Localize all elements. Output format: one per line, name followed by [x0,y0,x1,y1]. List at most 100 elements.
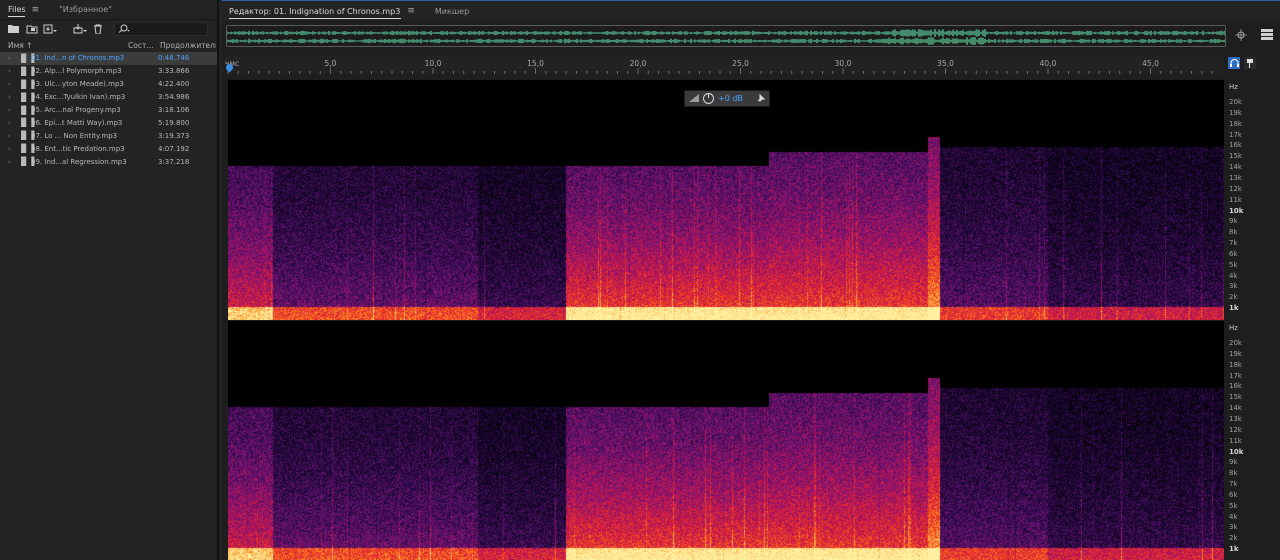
file-list-item[interactable]: › ▐▌▐ 03. Ulc...yton Meade).mp3 4:22.400 [0,78,217,91]
hz-tick-label: 19k [1229,108,1242,117]
trash-icon[interactable] [90,22,106,36]
tab-editor[interactable]: Редактор: 01. Indignation of Chronos.mp3… [229,1,415,21]
hz-tick-label: 9k [1229,458,1238,467]
file-name: 01. Ind...n of Chronos.mp3 [31,54,125,63]
vertical-scrollbar[interactable] [1264,80,1280,560]
ruler-tick-label: 10,0 [424,59,442,68]
tab-editor-label: Редактор: 01. Indignation of Chronos.mp3 [229,6,401,16]
headphones-icon[interactable] [1228,57,1240,69]
expand-chevron-icon[interactable]: › [8,119,18,127]
layout-list-icon[interactable] [1261,29,1273,43]
hz-tick-label: 9k [1229,217,1238,226]
hz-unit-label: Hz [1229,83,1238,91]
hz-tick-label: 1k [1229,304,1239,313]
column-state[interactable]: Сост... [128,41,160,50]
spectrogram-right-channel[interactable] [228,321,1224,560]
file-duration: 3:33.866 [158,67,190,76]
panel-menu-icon[interactable]: ≡ [32,5,40,15]
hz-tick-label: 13k [1229,414,1242,423]
hz-tick-label: 2k [1229,534,1238,543]
ruler-tick-label: 20,0 [629,59,647,68]
file-list-item[interactable]: › ▐▌▐ 01. Ind...n of Chronos.mp3 0:48.746 [0,52,217,65]
hz-tick-label: 11k [1229,436,1242,445]
audio-file-icon: ▐▌▐ [18,92,34,102]
file-list-item[interactable]: › ▐▌▐ 06. Epi...t Matti Way).mp3 5:19.800 [0,116,217,129]
spectrogram-left-channel[interactable] [228,80,1224,320]
ruler-tick-label: 5,0 [324,59,337,68]
hz-tick-label: 5k [1229,501,1238,510]
tab-files[interactable]: Files ≡ [8,0,39,19]
zoom-reset-icon[interactable] [1235,28,1247,44]
insert-to-multitrack-icon[interactable] [72,22,88,36]
new-file-icon[interactable] [42,22,58,36]
frequency-scale-bottom: Hz 20k 19k 18k 17k 16k 15k 14k 13k 12k 11k 10k 9k 8k… [1226,321,1262,560]
open-folder-icon[interactable] [6,22,22,36]
hz-tick-label: 16k [1229,382,1242,391]
file-duration: 0:48.746 [158,54,190,63]
hz-tick-label: 19k [1229,349,1242,358]
hz-tick-label: 15k [1229,152,1242,161]
import-icon[interactable] [24,22,40,36]
expand-chevron-icon[interactable]: › [8,145,18,153]
files-column-header: Имя ↑ Сост... Продолжительн. [0,38,217,52]
gain-value[interactable]: +0 dB [718,94,753,103]
file-name: 05. Arc...nal Progeny.mp3 [31,106,121,114]
pin-icon[interactable] [757,93,766,104]
hz-tick-label: 3k [1229,523,1238,532]
ruler-tick-label: 35,0 [937,59,954,68]
file-list-item[interactable]: › ▐▌▐ 07. Lo ... Non Entity.mp3 3:19.373 [0,129,217,142]
hz-tick-label: 12k [1229,184,1242,193]
file-duration: 4:07.192 [158,144,190,153]
file-duration: 5:19.800 [158,118,190,127]
hz-tick-label: 4k [1229,271,1238,280]
waveform-overview[interactable] [226,25,1226,47]
audio-file-icon: ▐▌▐ [18,79,34,89]
file-duration: 4:22.400 [158,80,190,89]
file-duration: 3:18.106 [158,106,190,114]
audio-file-icon: ▐▌▐ [18,66,34,76]
file-list-item[interactable]: › ▐▌▐ 09. Ind...al Regression.mp3 3:37.218 [0,155,217,168]
tab-files-label: Files [8,5,26,14]
audio-file-icon: ▐▌▐ [18,131,34,141]
file-name: 08. Ent...tic Predation.mp3 [31,144,125,153]
column-name[interactable]: Имя ↑ [8,41,128,50]
marker-pin-icon[interactable] [1244,57,1256,69]
expand-chevron-icon[interactable]: › [8,67,18,75]
hz-tick-label: 12k [1229,425,1242,434]
hz-tick-label: 15k [1229,393,1242,402]
file-name: 09. Ind...al Regression.mp3 [31,157,127,166]
expand-chevron-icon[interactable]: › [8,80,18,88]
expand-chevron-icon[interactable]: › [8,106,18,114]
column-duration[interactable]: Продолжительн. [160,41,216,50]
editor-panel: Редактор: 01. Indignation of Chronos.mp3… [222,0,1280,560]
hz-tick-label: 6k [1229,249,1238,258]
tab-favorites[interactable]: "Избранное" [59,0,112,19]
hz-tick-label: 10k [1229,447,1244,456]
file-list-item[interactable]: › ▐▌▐ 08. Ent...tic Predation.mp3 4:07.192 [0,142,217,155]
file-list-item[interactable]: › ▐▌▐ 04. Exc...Tyulkin Ivan).mp3 3:54.986 [0,91,217,104]
panel-menu-icon[interactable]: ≡ [407,6,415,16]
hz-tick-label: 5k [1229,260,1238,269]
files-panel: Files ≡ "Избранное" Имя ↑ Сост... Продол… [0,0,219,560]
frequency-scale-top: Hz 20k 19k 18k 17k 16k 15k 14k 13k 12k 11k 10k 9k 8k… [1226,80,1262,320]
expand-chevron-icon[interactable]: › [8,158,18,166]
time-ruler[interactable]: чмс 5,0 10,0 15,0 20,0 25,0 30,0 35,0 40,0 45,0 [224,56,1224,74]
expand-chevron-icon[interactable]: › [8,132,18,140]
tab-mixer[interactable]: Микшер [435,1,469,21]
hz-tick-label: 7k [1229,239,1238,248]
file-name: 03. Ulc...yton Meade).mp3 [31,80,124,89]
files-panel-tabs: Files ≡ "Избранное" [0,0,217,20]
hz-tick-label: 20k [1229,98,1242,106]
hz-tick-label: 11k [1229,195,1242,204]
expand-chevron-icon[interactable]: › [8,54,18,62]
file-duration: 3:54.986 [158,93,190,102]
gain-hud[interactable]: +0 dB [684,90,770,107]
audio-file-icon: ▐▌▐ [18,144,34,154]
tab-mixer-label: Микшер [434,6,470,16]
files-search-input[interactable] [114,22,208,36]
file-list-item[interactable]: › ▐▌▐ 05. Arc...nal Progeny.mp3 3:18.106 [0,104,217,117]
file-list-item[interactable]: › ▐▌▐ 02. Alp...l Polymorph.mp3 3:33.866 [0,65,217,78]
audio-file-icon: ▐▌▐ [18,53,34,63]
gain-knob[interactable] [703,93,714,104]
expand-chevron-icon[interactable]: › [8,93,18,101]
